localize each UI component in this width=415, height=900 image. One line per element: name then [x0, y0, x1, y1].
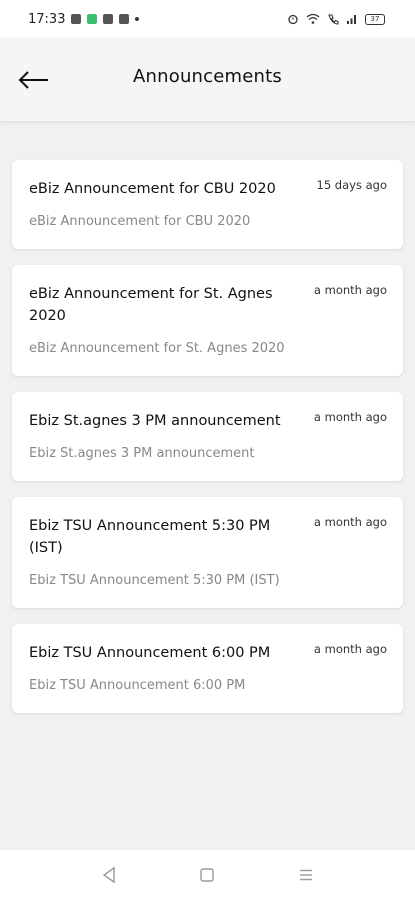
- status-right: 37: [287, 13, 385, 25]
- status-time: 17:33: [28, 11, 66, 27]
- announcement-list: eBiz Announcement for CBU 2020 15 days a…: [12, 160, 403, 729]
- notification-icon: [87, 14, 98, 24]
- announcement-title: eBiz Announcement for CBU 2020: [29, 181, 276, 197]
- announcement-body: eBiz Announcement for CBU 2020: [29, 214, 251, 229]
- announcement-title: Ebiz TSU Announcement 5:30 PM (IST): [29, 518, 271, 556]
- announcement-body: Ebiz St.agnes 3 PM announcement: [29, 446, 255, 461]
- announcement-time: a month ago: [313, 283, 387, 297]
- status-bar: 17:33 37: [0, 0, 415, 38]
- nav-home-button[interactable]: [187, 855, 227, 895]
- signal-icon: [347, 15, 356, 24]
- announcement-title: Ebiz St.agnes 3 PM announcement: [29, 413, 281, 429]
- wifi-icon: [306, 13, 320, 24]
- nav-menu-button[interactable]: [286, 855, 326, 895]
- triangle-back-icon: [102, 866, 115, 884]
- notification-icon: [103, 14, 114, 24]
- nav-back-button[interactable]: [89, 855, 129, 895]
- announcement-body: Ebiz TSU Announcement 6:00 PM: [29, 678, 246, 693]
- system-nav-bar: [0, 850, 415, 900]
- square-home-icon: [200, 868, 215, 882]
- announcement-time: a month ago: [313, 515, 387, 529]
- announcement-card[interactable]: eBiz Announcement for CBU 2020 15 days a…: [12, 160, 403, 249]
- announcement-time: 15 days ago: [316, 178, 387, 192]
- announcement-card[interactable]: eBiz Announcement for St. Agnes 2020 a m…: [12, 265, 403, 376]
- page-title: Announcements: [133, 66, 282, 87]
- announcement-time: a month ago: [313, 410, 387, 424]
- battery-icon: 37: [365, 13, 385, 25]
- app-header: Announcements: [0, 38, 415, 122]
- announcement-card[interactable]: Ebiz TSU Announcement 6:00 PM a month ag…: [12, 624, 403, 713]
- teams-icon: [119, 14, 130, 24]
- more-notifications-icon: [135, 17, 140, 21]
- announcement-card[interactable]: Ebiz St.agnes 3 PM announcement a month …: [12, 392, 403, 481]
- announcement-time: a month ago: [313, 642, 387, 656]
- alarm-icon: [288, 14, 298, 25]
- status-left: 17:33: [28, 11, 140, 27]
- announcement-title: eBiz Announcement for St. Agnes 2020: [29, 286, 273, 324]
- announcement-body: Ebiz TSU Announcement 5:30 PM (IST): [29, 573, 280, 588]
- announcement-body: eBiz Announcement for St. Agnes 2020: [29, 341, 285, 356]
- announcement-card[interactable]: Ebiz TSU Announcement 5:30 PM (IST) a mo…: [12, 497, 403, 608]
- announcement-title: Ebiz TSU Announcement 6:00 PM: [29, 645, 271, 661]
- menu-lines-icon: [299, 869, 312, 881]
- notification-icon: [71, 14, 82, 24]
- call-icon: [328, 14, 339, 25]
